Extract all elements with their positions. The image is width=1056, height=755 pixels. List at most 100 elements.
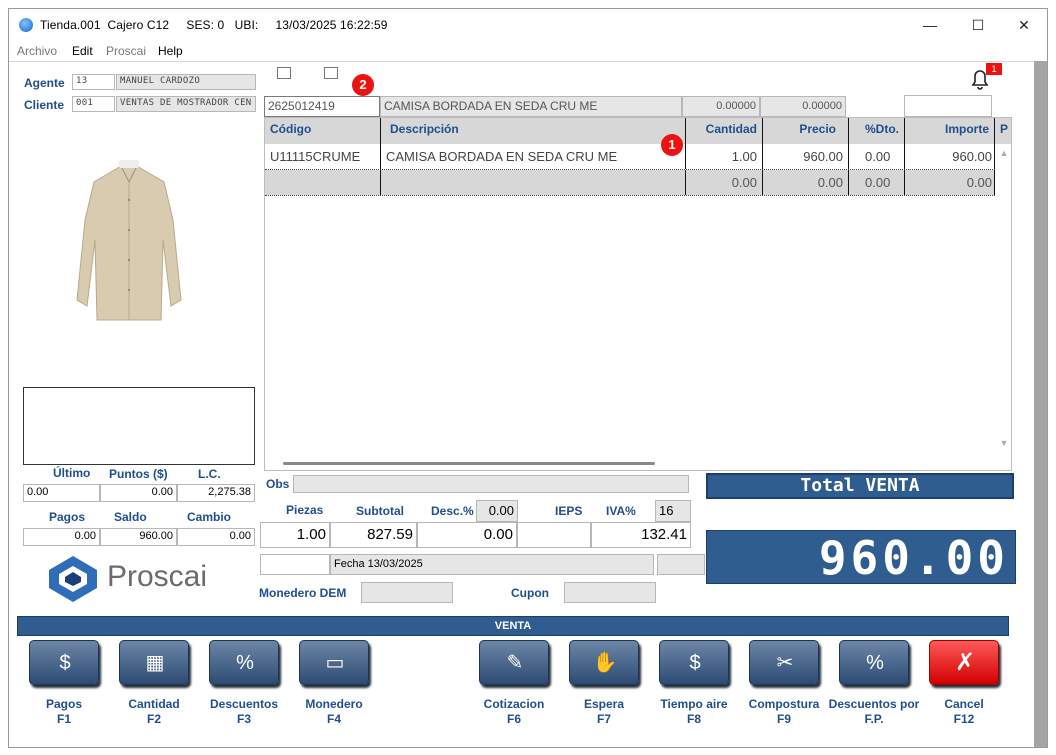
- scan-value-2: 0.00000: [760, 96, 846, 117]
- col-header-cantidad[interactable]: Cantidad: [686, 118, 763, 144]
- label-line2: F7: [596, 712, 611, 726]
- vertical-scrollbar[interactable]: ▲ ▼: [998, 148, 1010, 448]
- monedero-label: Monedero DEM: [259, 586, 347, 600]
- agent-code-field[interactable]: 13: [72, 74, 115, 90]
- scan-description-field: CAMISA BORDADA EN SEDA CRU ME: [380, 96, 682, 117]
- label-line1: Descuentos por: [828, 697, 920, 711]
- label-line1: Compostura: [748, 697, 820, 711]
- minimize-button[interactable]: —: [907, 13, 953, 37]
- close-button[interactable]: ✕: [1001, 13, 1047, 37]
- row-divider: [265, 195, 995, 196]
- cell-descuento: 0.00: [849, 144, 905, 169]
- descuentos-button-label[interactable]: Descuentos F3: [194, 697, 294, 727]
- pagos-label: Pagos: [49, 510, 86, 524]
- espera-button[interactable]: ✋: [569, 640, 639, 685]
- window-scrollbar[interactable]: [1034, 61, 1047, 747]
- pagos-button[interactable]: $: [29, 640, 99, 685]
- label-line1: Cantidad: [128, 697, 180, 711]
- cell-descripcion: CAMISA BORDADA EN SEDA CRU ME: [381, 144, 686, 169]
- menu-help[interactable]: Help: [158, 44, 183, 58]
- cell-descripcion: [381, 170, 686, 195]
- cell-importe: 960.00: [905, 144, 995, 169]
- piezas-field: 1.00: [260, 522, 330, 548]
- scan-extra-field[interactable]: [904, 95, 992, 117]
- desc-pct-field[interactable]: 0.00: [476, 500, 518, 522]
- venta-bar: VENTA: [17, 616, 1009, 636]
- horizontal-scrollbar[interactable]: [283, 462, 655, 465]
- marker-2: 2: [352, 74, 374, 96]
- checkbox-2[interactable]: [324, 67, 338, 79]
- marker-1: 1: [661, 134, 683, 156]
- col-header-descuento[interactable]: %Dto.: [849, 118, 905, 144]
- cantidad-button-label[interactable]: Cantidad F2: [104, 697, 204, 727]
- cell-cantidad: 0.00: [686, 170, 763, 195]
- ieps-label: IEPS: [555, 504, 583, 518]
- saldo-label: Saldo: [114, 510, 147, 524]
- phone-icon: $: [689, 652, 701, 674]
- espera-button-label[interactable]: Espera F7: [554, 697, 654, 727]
- fecha-extra-field: [657, 554, 705, 575]
- label-line1: Descuentos: [209, 697, 279, 711]
- col-header-descripcion[interactable]: Descripción: [381, 118, 686, 144]
- proscai-logo-icon: [49, 556, 97, 602]
- folio-field[interactable]: [260, 554, 330, 575]
- label-line1: Tiempo aire: [660, 697, 728, 711]
- descuento-field: 0.00: [417, 522, 517, 548]
- col-header-precio[interactable]: Precio: [763, 118, 849, 144]
- cupon-field[interactable]: [564, 582, 656, 603]
- label-line2: F12: [953, 712, 975, 726]
- menu-bar: Archivo Edit Proscai Help: [9, 41, 1047, 61]
- label-line2: F2: [146, 712, 161, 726]
- ultimo-field: 0.00: [23, 484, 100, 502]
- compostura-button[interactable]: ✂: [749, 640, 819, 685]
- lc-label: L.C.: [198, 467, 221, 481]
- obs-field[interactable]: [293, 475, 689, 493]
- pagos-button-label[interactable]: Pagos F1: [14, 697, 114, 727]
- scroll-up-icon[interactable]: ▲: [998, 148, 1010, 158]
- compostura-button-label[interactable]: Compostura F9: [734, 697, 834, 727]
- cambio-field: 0.00: [177, 528, 255, 546]
- menu-edit[interactable]: Edit: [72, 44, 93, 58]
- monedero-button[interactable]: ▭: [299, 640, 369, 685]
- monedero-button-label[interactable]: Monedero F4: [284, 697, 384, 727]
- tiempo-aire-button[interactable]: $: [659, 640, 729, 685]
- col-header-p[interactable]: P: [995, 118, 1011, 144]
- descuentos-fp-button-label[interactable]: Descuentos por F.P.: [824, 697, 924, 727]
- col-header-codigo[interactable]: Código: [265, 118, 381, 144]
- tiempo-aire-button-label[interactable]: Tiempo aire F8: [644, 697, 744, 727]
- calculator-icon: ▦: [145, 652, 165, 674]
- product-image: [76, 160, 182, 321]
- menu-archivo[interactable]: Archivo: [17, 44, 57, 58]
- cancel-button[interactable]: ✗: [929, 640, 999, 685]
- cantidad-button[interactable]: ▦: [119, 640, 189, 685]
- puntos-field: 0.00: [100, 484, 177, 502]
- client-code-field[interactable]: 001: [72, 96, 115, 112]
- items-table[interactable]: Código Descripción Cantidad Precio %Dto.…: [264, 117, 1012, 471]
- cancel-button-label[interactable]: Cancel F12: [914, 697, 1014, 727]
- info-box: [23, 387, 255, 465]
- label-line2: F8: [686, 712, 701, 726]
- menu-proscai[interactable]: Proscai: [106, 44, 146, 58]
- cotizacion-button-label[interactable]: Cotizacion F6: [464, 697, 564, 727]
- checkbox-1[interactable]: [277, 67, 291, 79]
- maximize-button[interactable]: ☐: [955, 13, 1001, 37]
- barcode-input[interactable]: 2625012419: [264, 96, 380, 117]
- cotizacion-button[interactable]: ✎: [479, 640, 549, 685]
- edit-icon: ✎: [506, 652, 524, 674]
- window-title: Tienda.001 Cajero C12 SES: 0 UBI: 13/03/…: [40, 18, 388, 32]
- col-header-importe[interactable]: Importe: [905, 118, 995, 144]
- obs-label: Obs: [266, 477, 290, 491]
- descuentos-fp-button[interactable]: %: [839, 640, 909, 685]
- monedero-field[interactable]: [361, 582, 453, 603]
- desc-label: Desc.%: [431, 504, 474, 518]
- label-line2: F3: [236, 712, 251, 726]
- lc-field: 2,275.38: [177, 484, 255, 502]
- subtotal-field: 827.59: [330, 522, 417, 548]
- descuentos-button[interactable]: %: [209, 640, 279, 685]
- scroll-down-icon[interactable]: ▼: [998, 438, 1010, 448]
- label-line2: F4: [326, 712, 341, 726]
- agent-name-field: MANUEL CARDOZO: [116, 74, 256, 90]
- iva-pct-field[interactable]: 16: [655, 500, 691, 522]
- label-line1: Cancel: [944, 697, 984, 711]
- cell-descuento: 0.00: [849, 170, 905, 195]
